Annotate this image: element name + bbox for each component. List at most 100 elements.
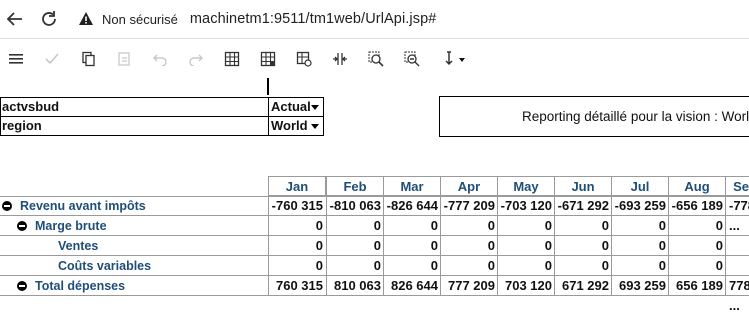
redo-button[interactable] [186,49,206,69]
split-button[interactable] [330,49,350,69]
address-bar[interactable]: Non sécurisé machinetm1:9511/tm1web/UrlA… [78,6,436,32]
undo-button[interactable] [150,49,170,69]
data-cell[interactable]: 760 315 [268,276,326,296]
sort-icon [445,51,465,66]
row-label: Ventes [58,239,99,253]
browser-chrome: Non sécurisé machinetm1:9511/tm1web/UrlA… [0,0,749,38]
column-header[interactable]: Feb [326,176,384,196]
menu-button[interactable] [6,49,26,69]
split-icon [333,53,347,65]
back-button[interactable] [2,6,28,32]
column-header[interactable]: Mar [383,176,441,196]
data-cell[interactable]: 0 [497,216,555,236]
data-cell[interactable] [725,216,749,236]
data-cell[interactable] [725,256,749,276]
column-header[interactable]: Apr [440,176,498,196]
zoom-out-icon [404,51,420,67]
sort-dropdown-button[interactable] [440,49,470,69]
data-cell[interactable]: 0 [554,256,612,276]
data-cell[interactable] [725,236,749,256]
row-header[interactable]: Marge brute [17,216,107,236]
data-cell[interactable]: 0 [611,216,669,236]
row-label: Revenu avant impôts [20,199,146,213]
reload-button[interactable] [36,6,62,32]
data-cell[interactable]: 656 189 [668,276,726,296]
data-cell[interactable]: 0 [440,216,498,236]
data-cell[interactable]: -778 ... [725,196,749,233]
data-cell[interactable]: -760 315 [268,196,326,216]
data-cell[interactable]: 0 [383,256,441,276]
url-text[interactable]: machinetm1:9511/tm1web/UrlApi.jsp# [190,11,437,27]
column-header[interactable]: May [497,176,555,196]
data-cell[interactable]: 0 [668,256,726,276]
selected-value: Actual [271,99,311,114]
reload-icon [42,11,56,26]
data-cell[interactable]: -703 120 [497,196,555,216]
data-cell[interactable]: 0 [497,236,555,256]
chrome-divider [0,38,749,39]
data-cell[interactable]: -671 292 [554,196,612,216]
confirm-button[interactable] [42,49,62,69]
data-cell[interactable]: 703 120 [497,276,555,296]
dimension-select-region[interactable]: World [269,117,323,135]
data-cell[interactable]: 0 [440,256,498,276]
row-label: Total dépenses [35,279,126,293]
data-cell[interactable]: 0 [554,236,612,256]
data-cell[interactable]: 0 [383,236,441,256]
data-cell[interactable]: 0 [268,256,326,276]
back-arrow-icon [6,12,22,26]
collapse-icon[interactable] [2,200,12,211]
data-cell[interactable]: 0 [268,236,326,256]
data-cell[interactable]: 0 [440,236,498,256]
data-cell[interactable]: 0 [611,236,669,256]
data-cell[interactable]: -693 259 [611,196,669,216]
data-cell[interactable]: 0 [497,256,555,276]
copy-icon [82,51,95,67]
column-header[interactable]: Jan [268,176,326,196]
data-cell[interactable]: 826 644 [383,276,441,296]
column-header[interactable]: Aug [668,176,726,196]
row-label: Coûts variables [58,259,152,273]
security-label: Non sécurisé [102,11,178,27]
data-cell[interactable]: 0 [383,216,441,236]
chevron-down-icon[interactable] [311,124,319,129]
data-cell[interactable]: 0 [668,216,726,236]
data-cell[interactable]: 0 [268,216,326,236]
grid-icon [224,51,240,67]
dimension-select-actvsbud[interactable]: Actual [269,98,323,116]
data-cell[interactable]: 778 ... [725,276,749,313]
data-cell[interactable]: 0 [611,256,669,276]
data-cell[interactable]: 810 063 [326,276,384,296]
data-cell[interactable]: 0 [668,236,726,256]
data-cell[interactable]: 693 259 [611,276,669,296]
collapse-icon[interactable] [17,220,27,231]
data-cell[interactable]: 0 [326,256,384,276]
column-header[interactable]: Jun [554,176,612,196]
collapse-icon[interactable] [17,280,27,291]
paste-button[interactable] [114,49,134,69]
data-cell[interactable]: -810 063 [326,196,384,216]
column-header[interactable]: Sep [725,176,749,196]
data-cell[interactable]: -826 644 [383,196,441,216]
grid-alt-icon [260,51,276,67]
grid-view-button[interactable] [222,49,242,69]
row-header[interactable]: Revenu avant impôts [2,196,146,216]
zoom-in-button[interactable] [366,49,386,69]
data-cell[interactable]: 777 209 [440,276,498,296]
copy-button[interactable] [78,49,98,69]
row-header[interactable]: Coûts variables [32,256,151,276]
data-cell[interactable]: 0 [554,216,612,236]
zoom-in-icon [368,51,384,67]
row-header[interactable]: Total dépenses [17,276,125,296]
grid-alt-button[interactable] [258,49,278,69]
data-cell[interactable]: 0 [326,216,384,236]
row-header[interactable]: Ventes [32,236,98,256]
data-cell[interactable]: -656 189 [668,196,726,216]
data-cell[interactable]: 671 292 [554,276,612,296]
chevron-down-icon[interactable] [311,105,319,110]
data-cell[interactable]: -777 209 [440,196,498,216]
column-header[interactable]: Jul [611,176,669,196]
export-button[interactable] [294,49,314,69]
zoom-out-button[interactable] [402,49,422,69]
data-cell[interactable]: 0 [326,236,384,256]
